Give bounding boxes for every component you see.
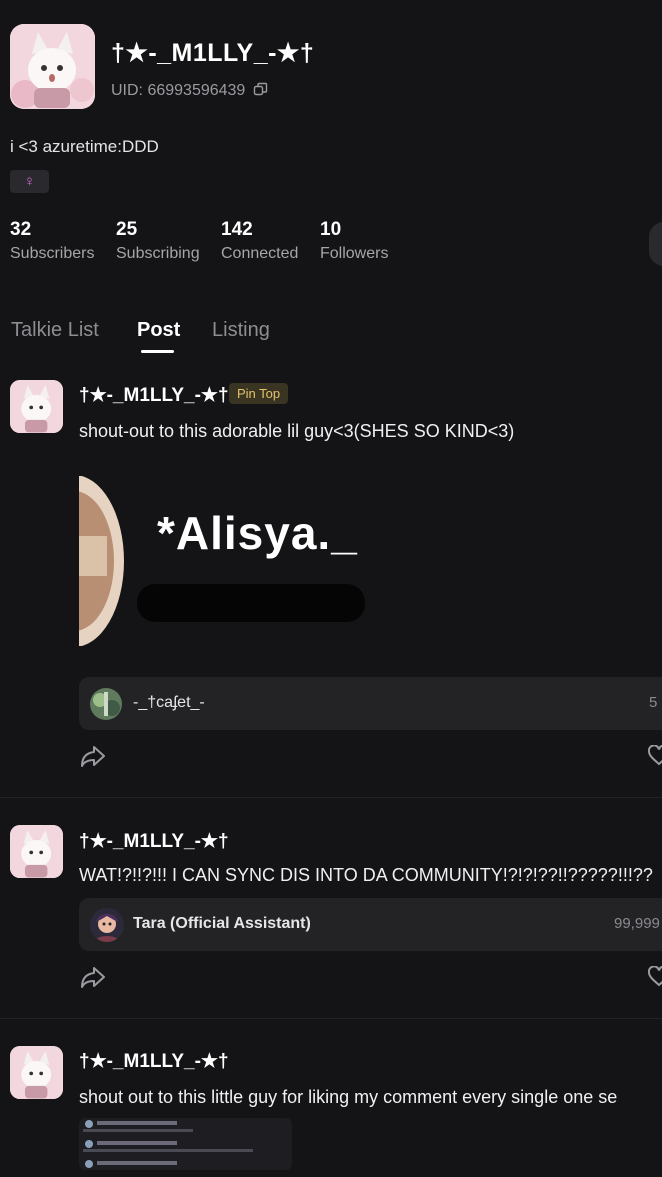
active-tab-indicator	[141, 350, 174, 353]
post-author-avatar[interactable]	[10, 825, 63, 878]
stat-value: 142	[221, 219, 253, 240]
linked-character-count: 5	[649, 694, 658, 711]
stat-label: Followers	[320, 245, 389, 262]
post-author-avatar[interactable]	[10, 380, 63, 433]
tab-listing[interactable]: Listing	[212, 319, 270, 342]
stat-followers[interactable]: 10 Followers	[320, 219, 388, 263]
profile-avatar[interactable]	[10, 24, 95, 109]
stat-subscribers[interactable]: 32 Subscribers	[10, 219, 94, 263]
linked-character-count: 99,999	[614, 915, 660, 932]
linked-character-avatar	[90, 688, 122, 720]
gender-female-icon: ♀	[10, 170, 49, 193]
linked-character-name: -_†caʄet_-	[133, 694, 205, 711]
post-author-avatar[interactable]	[10, 1046, 63, 1099]
linked-character-bar[interactable]: Tara (Official Assistant) 99,999	[79, 898, 662, 951]
tab-talkie-list[interactable]: Talkie List	[11, 319, 99, 342]
uid-text: UID: 66993596439	[111, 82, 246, 99]
action-button-edge[interactable]	[649, 222, 662, 266]
linked-character-avatar	[90, 908, 124, 942]
stat-value: 32	[10, 219, 32, 240]
post-text: shout-out to this adorable lil guy<3(SHE…	[79, 421, 515, 441]
stat-label: Connected	[221, 245, 299, 262]
tab-post[interactable]: Post	[137, 319, 180, 342]
post-image[interactable]: *Alisya._	[79, 476, 369, 646]
post-author-name[interactable]: †★-_M1LLY_-★†	[79, 1050, 229, 1073]
share-icon[interactable]	[80, 965, 106, 989]
post-image-screenshot[interactable]	[79, 1118, 292, 1170]
profile-uid: UID: 66993596439	[111, 82, 268, 102]
post-text: WAT!?!!?!!! I CAN SYNC DIS INTO DA COMMU…	[79, 865, 653, 885]
stat-connected[interactable]: 142 Connected	[221, 219, 298, 263]
image-text: *Alisya._	[157, 507, 358, 559]
linked-character-bar[interactable]: -_†caʄet_- 5	[79, 677, 662, 730]
profile-bio: i <3 azuretime:DDD	[10, 137, 159, 156]
pin-top-badge: Pin Top	[229, 383, 289, 404]
heart-icon[interactable]	[647, 965, 662, 988]
heart-icon[interactable]	[647, 744, 662, 767]
stat-label: Subscribers	[10, 245, 95, 262]
copy-icon[interactable]	[253, 82, 268, 102]
post-text: shout out to this little guy for liking …	[79, 1087, 618, 1107]
profile-username: †★-_M1LLY_-★†	[111, 39, 315, 67]
post-divider	[0, 1018, 662, 1019]
post-author-name[interactable]: †★-_M1LLY_-★†	[79, 830, 229, 853]
stat-value: 10	[320, 219, 342, 240]
post-divider	[0, 797, 662, 798]
stat-value: 25	[116, 219, 138, 240]
share-icon[interactable]	[80, 744, 106, 768]
stat-label: Subscribing	[116, 245, 200, 262]
linked-character-name: Tara (Official Assistant)	[133, 915, 311, 932]
stat-subscribing[interactable]: 25 Subscribing	[116, 219, 200, 263]
post-author-name[interactable]: †★-_M1LLY_-★†	[79, 384, 229, 407]
